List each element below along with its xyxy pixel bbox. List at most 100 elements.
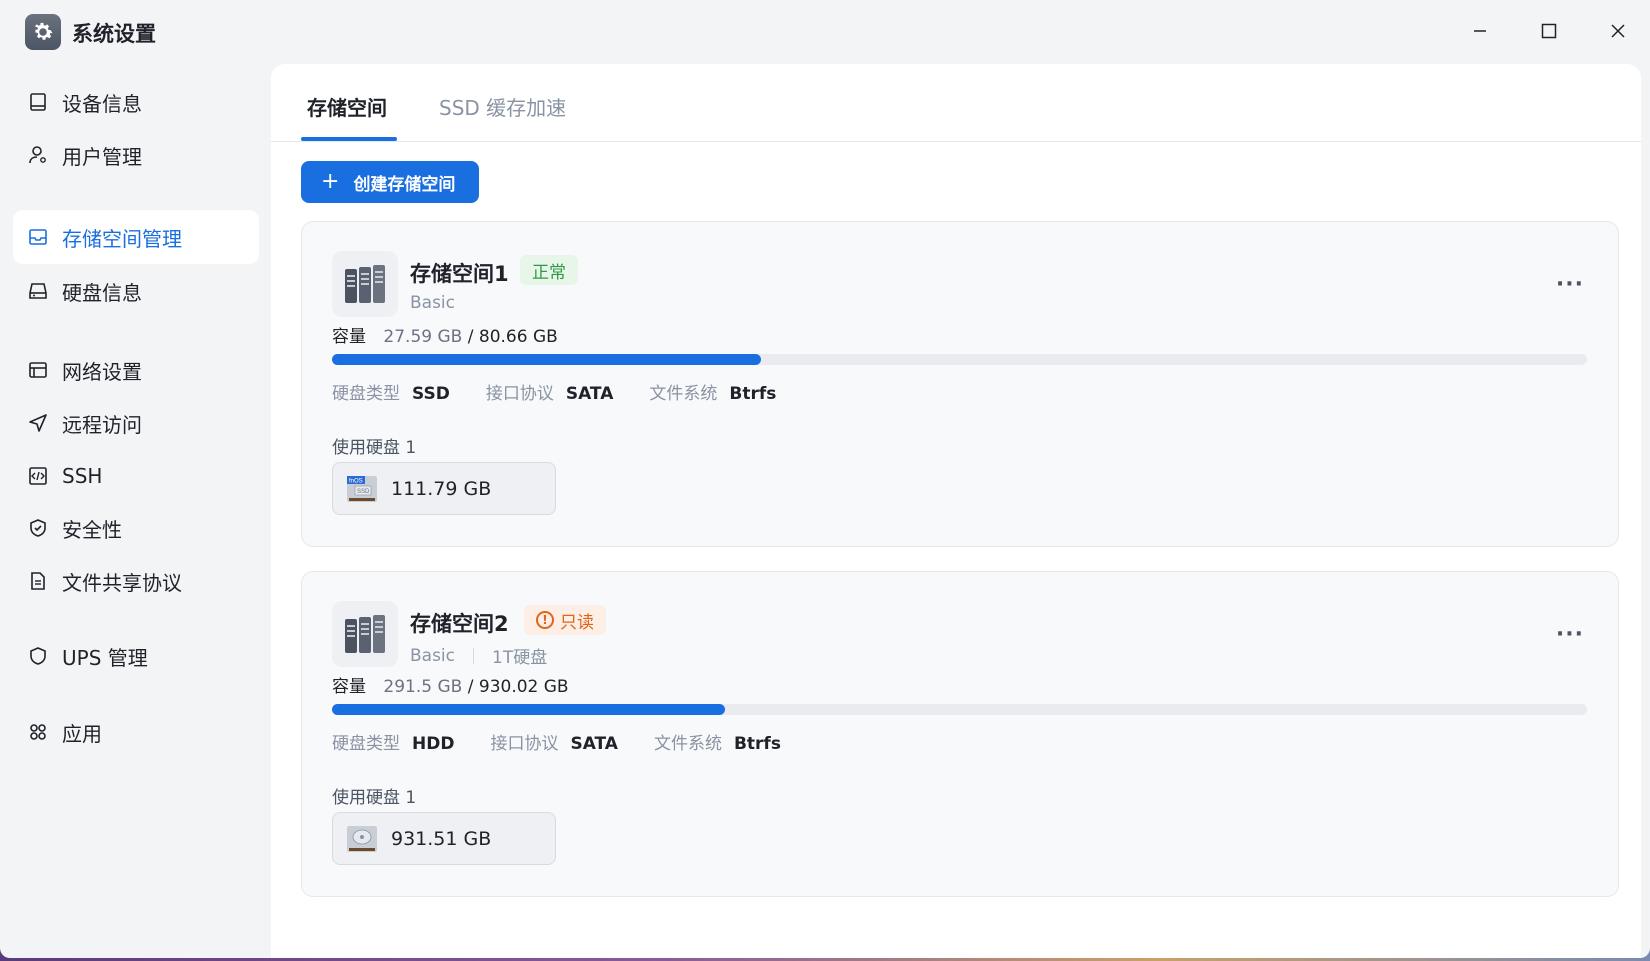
sidebar-item-remote-access[interactable]: 远程访问 — [13, 396, 259, 450]
spec-disk-type: 硬盘类型 HDD — [332, 729, 454, 754]
pool-name: 存储空间1 — [410, 262, 509, 286]
more-icon[interactable]: ··· — [1556, 622, 1584, 647]
capacity-progress-bar — [332, 704, 1587, 715]
maximize-icon — [1541, 23, 1557, 39]
disk-chip[interactable]: fnOS SSD 111.79 GB — [332, 462, 556, 515]
sidebar-item-label: 设备信息 — [62, 91, 142, 116]
disk-size: 111.79 GB — [391, 477, 492, 500]
capacity-progress-fill — [332, 354, 762, 365]
raid-type: Basic — [410, 645, 456, 666]
spec-interface: 接口协议 SATA — [490, 729, 618, 754]
spec-key: 文件系统 — [653, 734, 722, 754]
create-storage-button[interactable]: + 创建存储空间 — [301, 161, 479, 203]
capacity-line: 容量 291.5 GB / 930.02 GB — [332, 672, 569, 697]
capacity-used: 291.5 GB — [383, 677, 463, 697]
sidebar-item-network[interactable]: 网络设置 — [13, 343, 259, 397]
sidebar-item-device-info[interactable]: 设备信息 — [13, 75, 259, 129]
code-icon — [27, 465, 49, 487]
disk-size: 931.51 GB — [391, 827, 492, 850]
svg-text:fnOS: fnOS — [349, 478, 363, 484]
document-icon — [27, 570, 49, 592]
pool-name: 存储空间2 — [410, 612, 509, 636]
sidebar-item-disk-info[interactable]: 硬盘信息 — [13, 264, 259, 318]
status-badge: ! 只读 — [524, 605, 606, 635]
create-storage-label: 创建存储空间 — [353, 174, 456, 195]
minimize-icon — [1474, 30, 1486, 32]
harddisk-icon — [27, 280, 49, 302]
network-icon — [27, 359, 49, 381]
spec-disk-type: 硬盘类型 SSD — [332, 379, 450, 404]
sidebar-item-label: 用户管理 — [62, 144, 142, 169]
status-text: 正常 — [532, 262, 566, 283]
device-icon — [27, 91, 49, 113]
tab-storage[interactable]: 存储空间 — [307, 92, 387, 121]
tab-bar: 存储空间 SSD 缓存加速 — [271, 64, 1641, 142]
disk-chip[interactable]: 931.51 GB — [332, 812, 556, 865]
server-icon — [332, 251, 398, 317]
sidebar-item-security[interactable]: 安全性 — [13, 501, 259, 555]
spec-key: 接口协议 — [485, 384, 554, 404]
minimize-button[interactable] — [1458, 14, 1502, 48]
spec-filesystem: 文件系统 Btrfs — [649, 379, 776, 404]
window-title: 系统设置 — [72, 22, 156, 46]
title-bar: 系统设置 — [0, 0, 1650, 62]
spec-interface: 接口协议 SATA — [486, 379, 614, 404]
more-icon[interactable]: ··· — [1556, 272, 1584, 297]
spec-value: SATA — [565, 384, 614, 404]
storage-icon — [27, 226, 49, 248]
disk-count-label: 使用硬盘 1 — [332, 438, 417, 458]
apps-icon — [27, 721, 49, 743]
shield-check-icon — [27, 517, 49, 539]
capacity-progress-bar — [332, 354, 1587, 365]
close-button[interactable] — [1596, 14, 1640, 48]
plus-icon: + — [321, 169, 340, 194]
status-badge: 正常 — [520, 255, 578, 285]
raid-type: Basic — [410, 293, 456, 313]
spec-key: 接口协议 — [490, 734, 559, 754]
tab-ssd-cache[interactable]: SSD 缓存加速 — [439, 92, 566, 121]
capacity-used: 27.59 GB — [383, 327, 463, 347]
spec-value: Btrfs — [733, 734, 781, 754]
capacity-total: 930.02 GB — [478, 677, 569, 697]
sidebar-item-label: 应用 — [62, 721, 102, 746]
sidebar-item-users[interactable]: 用户管理 — [13, 128, 259, 182]
sidebar-item-label: 硬盘信息 — [62, 280, 142, 305]
spec-value: SATA — [570, 734, 618, 754]
status-text: 只读 — [560, 612, 594, 633]
capacity-separator: / — [467, 677, 474, 697]
capacity-progress-fill — [332, 704, 725, 715]
divider — [473, 647, 475, 664]
sidebar-item-label: 文件共享协议 — [62, 570, 182, 595]
pool-specs: 硬盘类型 HDD 接口协议 SATA 文件系统 Btrfs — [332, 729, 817, 754]
warning-icon: ! — [536, 611, 554, 629]
spec-value: HDD — [412, 734, 455, 754]
sidebar-item-label: UPS 管理 — [62, 645, 148, 670]
maximize-button[interactable] — [1527, 14, 1571, 48]
pool-subtitle: Basic — [410, 293, 455, 313]
sidebar-item-label: 存储空间管理 — [62, 226, 182, 251]
spec-filesystem: 文件系统 Btrfs — [654, 729, 781, 754]
spec-value: Btrfs — [729, 384, 777, 404]
ssd-icon: fnOS SSD — [345, 472, 379, 506]
sidebar-item-storage[interactable]: 存储空间管理 — [13, 210, 259, 264]
sidebar-item-apps[interactable]: 应用 — [13, 705, 259, 759]
sidebar-item-ssh[interactable]: SSH — [13, 449, 259, 503]
spec-key: 硬盘类型 — [332, 734, 400, 754]
settings-window: 系统设置 设备信息 用户管理 存储空间管理 硬盘信息 网络设置 远程访问 SSH… — [0, 0, 1650, 958]
spec-key: 硬盘类型 — [332, 384, 400, 404]
pool-subtitle: Basic 1T硬盘 — [410, 643, 547, 669]
capacity-line: 容量 27.59 GB / 80.66 GB — [332, 322, 558, 347]
send-icon — [27, 412, 49, 434]
svg-text:SSD: SSD — [357, 489, 370, 495]
main-panel: 存储空间 SSD 缓存加速 + 创建存储空间 存储空间1 正常 Basic ··… — [271, 64, 1641, 958]
sidebar-item-label: 网络设置 — [62, 359, 142, 384]
sidebar-item-file-sharing[interactable]: 文件共享协议 — [13, 554, 259, 608]
sidebar-item-label: SSH — [62, 464, 103, 488]
capacity-label: 容量 — [332, 677, 366, 697]
sidebar-item-ups[interactable]: UPS 管理 — [13, 629, 259, 683]
pool-specs: 硬盘类型 SSD 接口协议 SATA 文件系统 Btrfs — [332, 379, 812, 404]
user-icon — [27, 144, 49, 166]
close-icon — [1611, 24, 1625, 38]
shield-icon — [27, 645, 49, 667]
sidebar: 设备信息 用户管理 存储空间管理 硬盘信息 网络设置 远程访问 SSH 安全性 … — [0, 62, 270, 958]
